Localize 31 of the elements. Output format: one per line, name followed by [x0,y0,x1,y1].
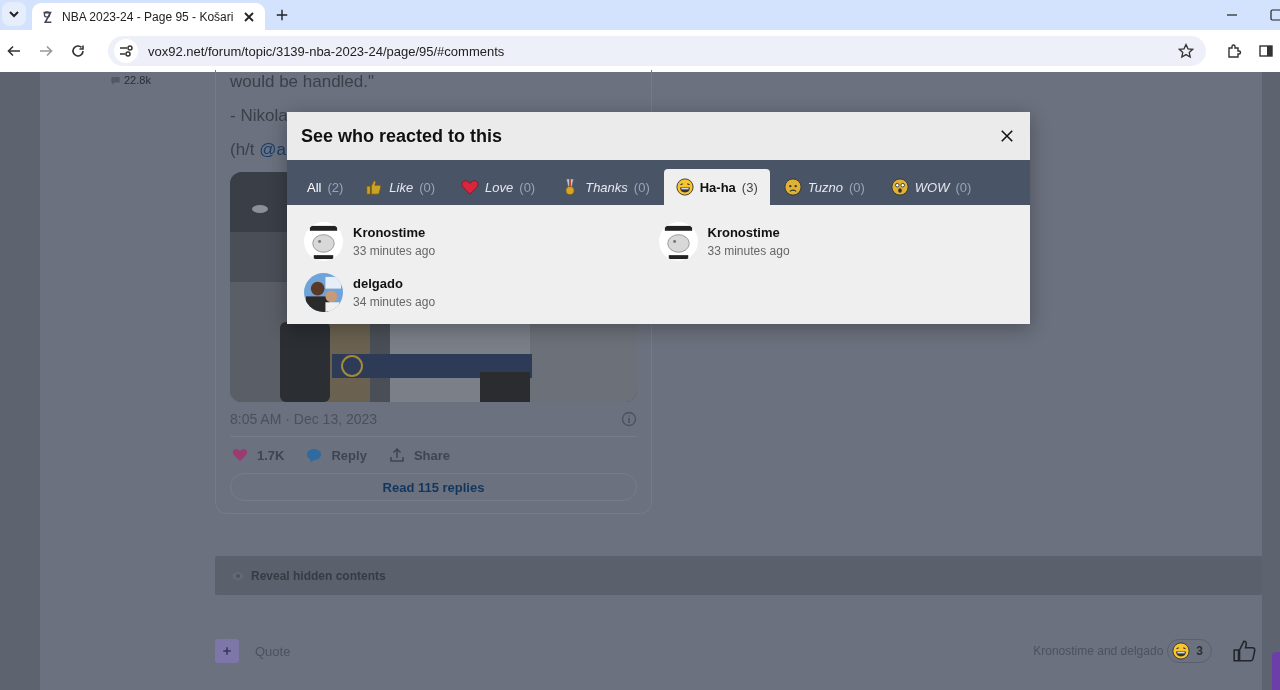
reload-icon[interactable] [70,43,86,59]
reaction-time: 33 minutes ago [707,244,790,258]
reaction-tab[interactable]: Tuzno (0) [771,169,877,205]
url-text: vox92.net/forum/topic/3139-nba-2023-24/page/95/#comments [148,43,506,59]
user-name[interactable]: Kronostime [707,225,790,240]
laughing-face-icon [1172,642,1191,660]
comment-icon [110,74,121,86]
tab-title: NBA 2023-24 - Page 95 - Košari [62,9,234,24]
site-settings-icon[interactable] [114,39,138,63]
browser-tab[interactable]: NBA 2023-24 - Page 95 - Košari [32,3,266,30]
dialog-title: See who reacted to this [301,125,503,147]
heart-icon [232,447,248,463]
share-icon [388,447,405,463]
post-count: 22.8k [124,74,151,86]
close-icon[interactable] [1000,129,1014,143]
side-panel-icon[interactable] [1258,43,1274,59]
reaction-tab[interactable]: Ha-ha (3) [663,169,770,205]
back-icon[interactable] [6,43,22,59]
address-bar[interactable]: vox92.net/forum/topic/3139-nba-2023-24/page/95/#comments [108,36,1206,66]
forward-icon[interactable] [38,43,54,59]
sad-face-icon [783,178,802,196]
reaction-tab[interactable]: WOW (0) [878,169,984,205]
laughing-face-icon [675,178,694,196]
tab-search-button[interactable] [2,1,26,26]
new-tab-icon[interactable] [275,7,290,23]
maximize-icon[interactable] [1268,7,1280,23]
surprised-face-icon [890,178,909,196]
speech-bubble-icon [306,447,323,463]
thumbs-up-icon[interactable] [1232,638,1258,664]
bookmark-star-icon[interactable] [1178,43,1194,59]
puzzle-icon[interactable] [1226,43,1242,59]
